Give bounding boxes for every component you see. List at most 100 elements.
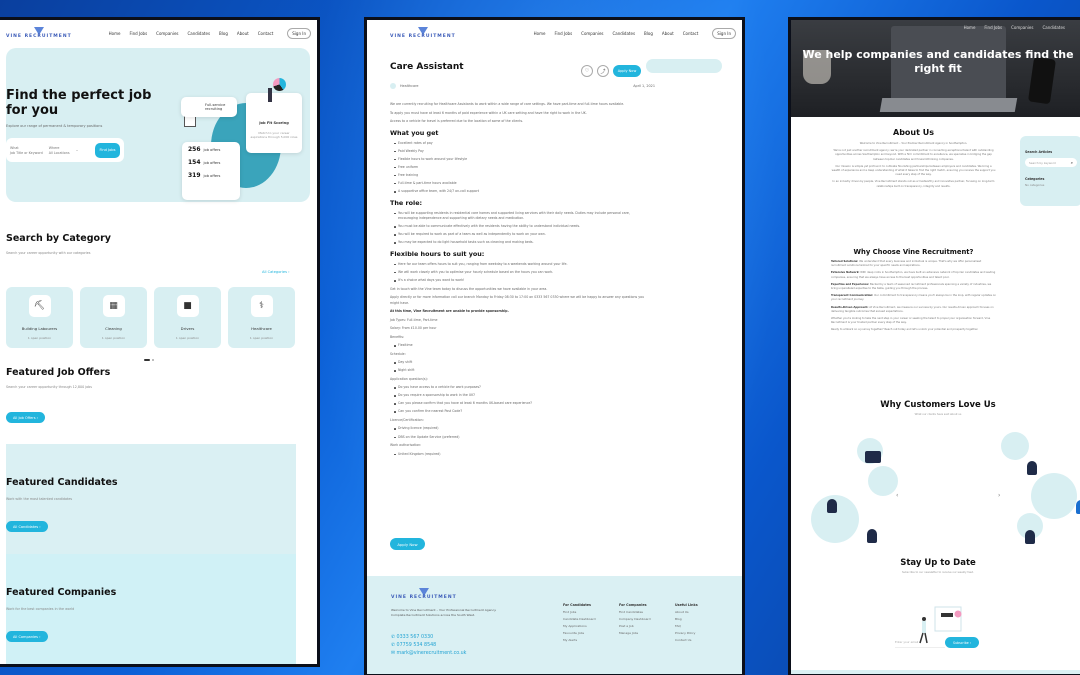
nav-contact[interactable]: Contact (683, 31, 699, 36)
nav-companies[interactable]: Companies (1011, 25, 1033, 30)
featured-candidates-subtitle: Work with the most talented candidates (6, 497, 73, 501)
nav-home[interactable]: Home (964, 25, 976, 30)
category-card-healthcare[interactable]: ⚕ Healthcare 1 open position (228, 287, 295, 348)
testimonial-bubble (1001, 432, 1029, 460)
find-jobs-button[interactable]: Find Jobs (95, 142, 120, 158)
testimonial-bubble (1031, 473, 1077, 519)
what-field[interactable]: What Job Title or Keyword (10, 146, 43, 155)
job-search-form: What Job Title or Keyword Where All Locati… (6, 138, 124, 162)
job-meta-row: Healthcare April 1, 2021 (390, 83, 655, 89)
nav-find-jobs[interactable]: Find Jobs (554, 31, 572, 36)
email-link[interactable]: ✉ mark@vinerecruitment.co.uk (391, 650, 466, 658)
brand-logo[interactable]: VINE RECRUITMENT (6, 26, 72, 40)
category-card-drivers[interactable]: ■ Drivers 1 open position (154, 287, 221, 348)
avatar-illustration (827, 499, 837, 513)
pie-illustration (273, 78, 286, 91)
job-date: April 1, 2021 (633, 84, 655, 88)
category-card-cleaning[interactable]: ▦ Cleaning 1 open position (80, 287, 147, 348)
nav-about[interactable]: About (237, 31, 249, 36)
notification-dot (954, 610, 962, 618)
stat-row: 154 job offers (188, 159, 221, 166)
about-page-screenshot: Home Find Jobs Companies Candidates We h… (788, 17, 1080, 675)
nav-candidates[interactable]: Candidates (188, 31, 211, 36)
nav-home[interactable]: Home (109, 31, 121, 36)
benefits-list: Excellent rates of pay Paid Weekly Pay Fle… (390, 141, 645, 195)
about-hero-title: We help companies and candidates find th… (802, 48, 1074, 75)
chevron-down-icon: ⌄ (75, 148, 79, 152)
nav-links: Home Find Jobs Companies Candidates Blog… (534, 31, 699, 36)
footer-col-useful: Useful Links About Us Blog FAQ Privacy Poli… (675, 603, 698, 642)
newsletter-header: Stay Up to Date Subscribe to our newslet… (900, 558, 976, 574)
testimonial-bubble (868, 466, 898, 496)
signin-button[interactable]: Sign In (287, 27, 311, 39)
service-card: Full-service recruiting (181, 97, 237, 117)
nav-blog[interactable]: Blog (644, 31, 653, 36)
nav-candidates[interactable]: Candidates (613, 31, 636, 36)
featured-jobs-subtitle: Search your career opportunity through 1… (6, 385, 92, 389)
blog-sidebar: Search Articles Search by keyword ⌕ Categ… (1020, 136, 1080, 206)
job-fit-card: Job Fit Scoring Match to your career aspi… (246, 93, 302, 153)
nav-candidates[interactable]: Candidates (1042, 25, 1065, 30)
nav-blog[interactable]: Blog (219, 31, 228, 36)
carousel-dots[interactable] (144, 359, 154, 361)
nav-about[interactable]: About (662, 31, 674, 36)
job-description: We are currently recruiting for Healthca… (390, 102, 645, 456)
category-card-building[interactable]: ⛏ Building Labourers 1 open position (6, 287, 73, 348)
nav-find-jobs[interactable]: Find Jobs (129, 31, 147, 36)
job-category[interactable]: Healthcare (400, 84, 418, 88)
avatar-illustration (1025, 530, 1035, 544)
about-hero: Home Find Jobs Companies Candidates We h… (791, 20, 1080, 117)
share-icon[interactable]: ⤴ (597, 65, 609, 77)
envelope-content (941, 613, 953, 617)
brand-logo[interactable]: VINE RECRUITMENT (390, 26, 456, 40)
role-list: You will be supporting residents in resi… (390, 211, 645, 246)
nav-links: Home Find Jobs Companies Candidates (964, 25, 1065, 30)
all-companies-button[interactable]: All Companies › (6, 631, 48, 642)
prev-arrow-icon[interactable]: ‹ (896, 492, 898, 499)
hero-title: Find the perfect job for you (6, 88, 152, 118)
all-job-offers-button[interactable]: All Job Offers › (6, 412, 46, 423)
healthcare-icon: ⚕ (250, 295, 273, 317)
category-icon (390, 83, 396, 89)
all-candidates-button[interactable]: All Candidates › (6, 521, 48, 532)
site-footer (791, 670, 1080, 674)
mobile-link[interactable]: ✆ 07759 534 8548 (391, 642, 466, 650)
nav-find-jobs[interactable]: Find Jobs (984, 25, 1002, 30)
footer-contact: ✆ 0333 567 0330 ✆ 07759 534 8548 ✉ mark@… (391, 634, 466, 658)
featured-candidates-title: Featured Candidates (6, 477, 118, 488)
nav-contact[interactable]: Contact (258, 31, 274, 36)
next-arrow-icon[interactable]: › (998, 492, 1000, 499)
where-select[interactable]: Where All Locations (49, 146, 70, 155)
category-title: Search by Category (6, 233, 111, 244)
heart-icon[interactable]: ♡ (581, 65, 593, 77)
apply-now-button[interactable]: Apply Now (390, 538, 425, 550)
sidebar-box (646, 59, 722, 73)
person-head (922, 617, 926, 621)
job-detail-screenshot: VINE RECRUITMENT Home Find Jobs Companie… (364, 17, 745, 675)
nav-companies[interactable]: Companies (156, 31, 178, 36)
phone-link[interactable]: ✆ 0333 567 0330 (391, 634, 466, 642)
search-icon[interactable]: ⌕ (1071, 160, 1073, 165)
category-subtitle: Search your career opportunity with our … (6, 251, 91, 255)
signin-button[interactable]: Sign In (712, 27, 736, 39)
category-carousel: ⛏ Building Labourers 1 open position ▦ Clea… (6, 287, 295, 348)
article-search-input[interactable]: Search by keyword ⌕ (1025, 158, 1077, 167)
email-input[interactable]: Enter your email (895, 637, 945, 648)
envelope-shape (934, 606, 962, 632)
footer-col-candidates: For Candidates Find Jobs Candidate Dashbo… (563, 603, 596, 642)
truck-icon: ■ (176, 295, 199, 317)
apply-now-top-button[interactable]: Apply Now (613, 65, 641, 77)
subscribe-button[interactable]: Subscribe › (945, 637, 979, 648)
footer-description: Welcome to Vine Recruitment – Your Profe… (391, 608, 497, 617)
why-choose-section: Why Choose Vine Recruitment? Tailored So… (831, 248, 996, 332)
nav-companies[interactable]: Companies (581, 31, 603, 36)
job-actions: ♡ ⤴ Apply Now (581, 65, 641, 77)
footer-logo[interactable]: VINE RECRUITMENT (391, 588, 457, 601)
stat-row: 319 job offers (188, 172, 221, 179)
footer-col-companies: For Companies Find Candidates Company Das… (619, 603, 651, 635)
avatar-illustration (867, 529, 877, 543)
featured-jobs-title: Featured Job Offers (6, 367, 111, 378)
nav-home[interactable]: Home (534, 31, 546, 36)
all-categories-link[interactable]: All Categories › (262, 270, 290, 274)
testimonials-header: Why Customers Love Us What our clients h… (880, 400, 996, 416)
